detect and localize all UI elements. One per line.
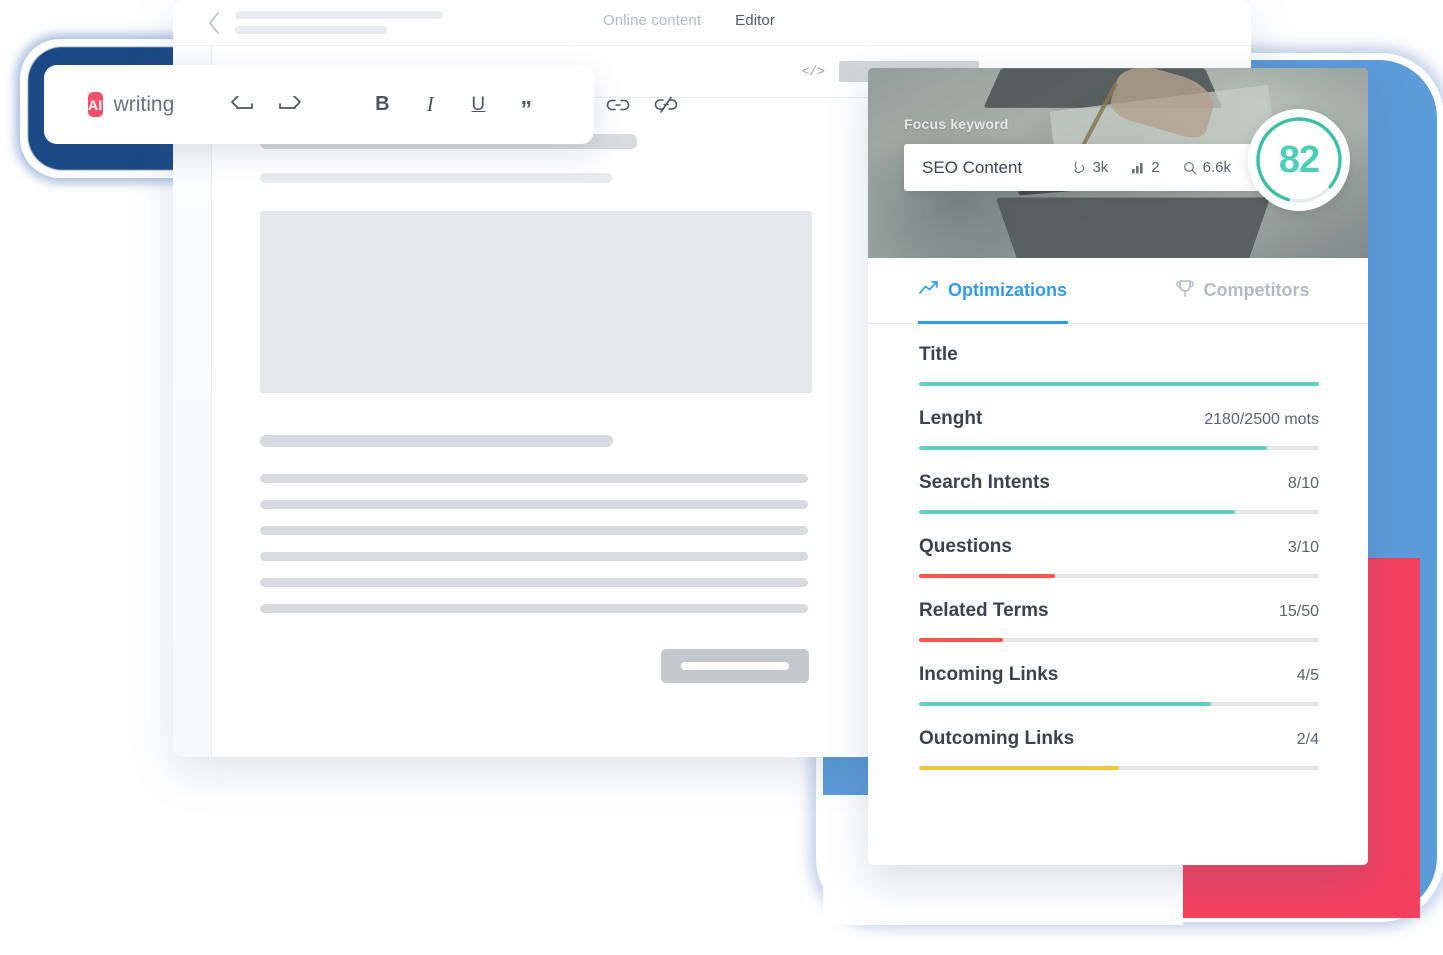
optimization-progress-fill <box>919 574 1055 578</box>
focus-keyword-field[interactable]: SEO Content 3k 2 6.6k <box>904 144 1307 191</box>
keyword-metric-clicks-value: 3k <box>1092 159 1109 176</box>
optimization-label: Outcoming Links <box>919 728 1075 749</box>
optimization-row[interactable]: Questions 3/10 <box>919 536 1319 578</box>
doc-text-line <box>260 526 808 535</box>
tab-competitors-label: Competitors <box>1203 280 1310 300</box>
doc-text-line <box>260 474 808 483</box>
header-tabs: Online content Editor <box>603 12 775 29</box>
doc-text-line <box>260 552 808 561</box>
optimization-label: Title <box>919 344 958 365</box>
optimization-progress-track <box>919 702 1319 706</box>
optimization-progress-fill <box>919 382 1319 386</box>
bold-button[interactable]: B <box>367 88 397 122</box>
tab-editor[interactable]: Editor <box>735 12 775 29</box>
doc-text-line <box>260 578 808 587</box>
italic-button[interactable]: I <box>415 88 445 122</box>
chevron-left-icon[interactable] <box>207 11 221 34</box>
keyword-metric-difficulty: 2 <box>1131 159 1160 176</box>
optimization-progress-fill <box>919 510 1235 514</box>
doc-subheading-placeholder <box>260 173 612 183</box>
blockquote-button[interactable]: ” <box>511 88 541 122</box>
keyword-metrics: 3k 2 6.6k <box>1072 159 1231 176</box>
header-bar-secondary <box>235 26 387 34</box>
optimization-progress-track <box>919 766 1319 770</box>
optimization-progress-fill <box>919 638 1003 642</box>
seo-score-badge: 82 <box>1248 109 1350 211</box>
ai-writing-toolbar: AI writing B I U ” <box>44 65 678 144</box>
editor-header: Online content Editor <box>173 0 1251 46</box>
undo-button[interactable] <box>227 88 257 122</box>
optimization-row[interactable]: Title <box>919 344 1319 386</box>
doc-button-placeholder[interactable] <box>660 649 809 683</box>
optimization-progress-track <box>919 510 1319 514</box>
optimization-value: 4/5 <box>1296 667 1319 684</box>
optimization-progress-track <box>919 638 1319 642</box>
underline-button[interactable]: U <box>463 88 493 122</box>
trend-up-icon <box>919 280 939 301</box>
optimization-row[interactable]: Outcoming Links 2/4 <box>919 728 1319 770</box>
header-placeholder-bars <box>235 11 443 34</box>
bar-chart-icon <box>1131 161 1145 174</box>
optimization-label: Incoming Links <box>919 664 1059 685</box>
tab-competitors[interactable]: Competitors <box>1118 258 1368 323</box>
optimization-label: Related Terms <box>919 600 1049 621</box>
doc-text-line <box>260 500 808 509</box>
optimization-label: Search Intents <box>919 472 1050 493</box>
focus-keyword-value: SEO Content <box>922 157 1023 177</box>
link-icon[interactable] <box>603 88 633 122</box>
optimization-label: Lenght <box>919 408 983 429</box>
optimization-row[interactable]: Lenght 2180/2500 mots <box>919 408 1319 450</box>
optimization-value: 2/4 <box>1296 731 1319 748</box>
code-icon[interactable]: </> <box>802 64 825 79</box>
doc-paragraph-title-placeholder <box>260 435 613 447</box>
seo-panel: Focus keyword SEO Content 3k 2 6.6k 82 O… <box>868 68 1368 865</box>
optimization-progress-track <box>919 446 1319 450</box>
tab-optimizations[interactable]: Optimizations <box>868 258 1118 324</box>
optimization-value: 2180/2500 mots <box>1204 411 1319 428</box>
doc-button-inner-bar <box>680 662 789 670</box>
keyword-metric-volume-value: 6.6k <box>1202 159 1231 176</box>
optimization-progress-fill <box>919 446 1267 450</box>
seo-score-value: 82 <box>1278 138 1320 181</box>
click-icon <box>1072 160 1086 175</box>
editor-left-rail <box>173 46 212 757</box>
optimization-value: 3/10 <box>1287 539 1319 556</box>
optimization-label: Questions <box>919 536 1012 557</box>
ai-badge-icon: AI <box>88 92 103 117</box>
ai-toolbar-title: writing <box>113 92 175 116</box>
doc-text-line <box>260 604 808 613</box>
optimization-row[interactable]: Search Intents 8/10 <box>919 472 1319 514</box>
tab-online-content[interactable]: Online content <box>603 12 701 29</box>
optimization-progress-fill <box>919 702 1211 706</box>
search-icon <box>1183 161 1197 175</box>
keyword-metric-clicks: 3k <box>1072 159 1108 176</box>
seo-panel-tabs: Optimizations Competitors <box>868 258 1368 324</box>
tab-optimizations-label: Optimizations <box>947 280 1067 300</box>
optimization-progress-track <box>919 574 1319 578</box>
keyword-metric-volume: 6.6k <box>1183 159 1231 176</box>
optimization-progress-fill <box>919 766 1119 770</box>
redo-button[interactable] <box>275 88 305 122</box>
unlink-icon[interactable] <box>651 88 681 122</box>
optimization-row[interactable]: Incoming Links 4/5 <box>919 664 1319 706</box>
keyword-metric-difficulty-value: 2 <box>1151 159 1160 176</box>
optimization-value: 15/50 <box>1278 603 1319 620</box>
seo-hero-image: Focus keyword SEO Content 3k 2 6.6k 82 <box>868 68 1368 258</box>
optimization-progress-track <box>919 382 1319 386</box>
optimization-value: 8/10 <box>1287 475 1319 492</box>
trophy-icon <box>1176 279 1195 303</box>
optimization-row[interactable]: Related Terms 15/50 <box>919 600 1319 642</box>
optimizations-list: Title Lenght 2180/2500 mots Search Intents 8… <box>868 324 1368 770</box>
header-bar-primary <box>235 11 443 19</box>
screenshot-stage: Online content Editor </> AI writing B I… <box>0 0 1443 955</box>
doc-image-placeholder <box>260 211 812 393</box>
focus-keyword-label: Focus keyword <box>904 116 1009 132</box>
